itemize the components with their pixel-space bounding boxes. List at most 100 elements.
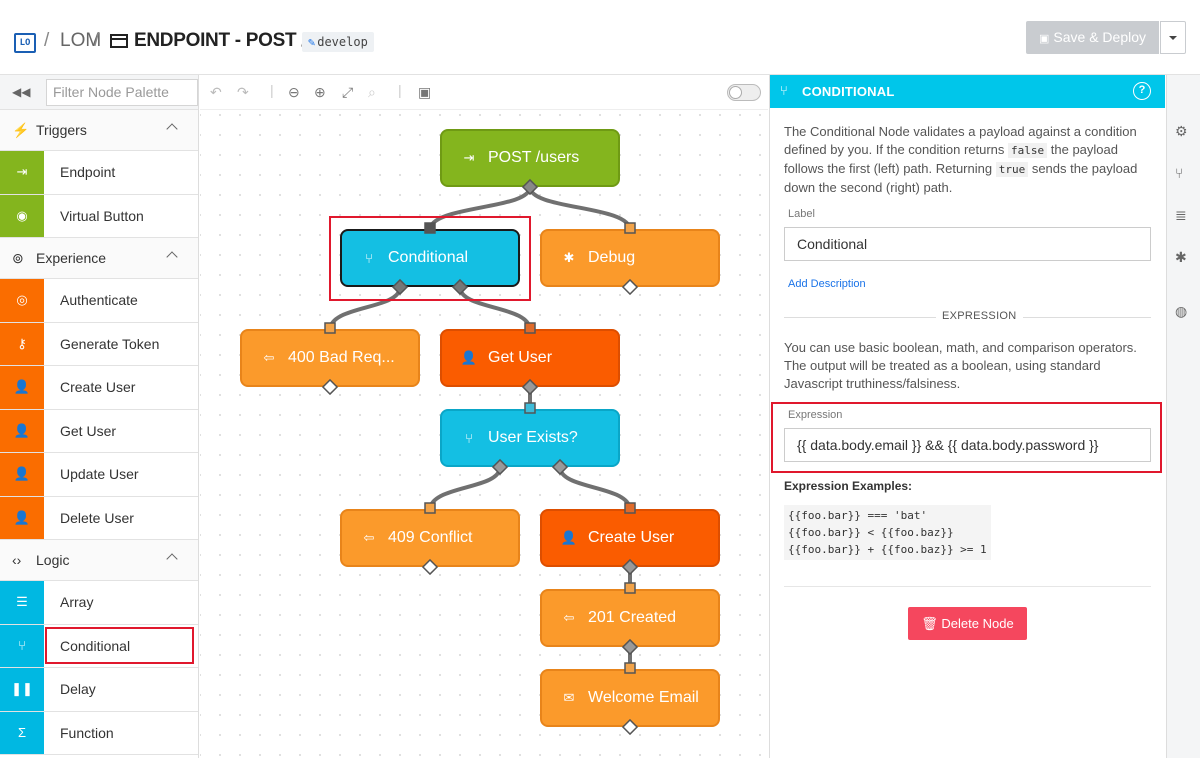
palette-item-label: Update User [60, 466, 139, 482]
pencil-icon: ✎ [308, 35, 316, 49]
reply-icon: ⇦ [363, 530, 375, 545]
save-deploy-button[interactable]: ▣ Save & Deploy [1026, 21, 1159, 54]
expression-input[interactable]: {{ data.body.email }} && {{ data.body.pa… [784, 428, 1151, 462]
panel-title: CONDITIONAL [802, 84, 895, 99]
palette-item-array[interactable]: ☰ Array [0, 581, 198, 625]
branch-badge[interactable]: ✎ develop [302, 32, 374, 52]
trash-icon: 🗑 [921, 616, 938, 631]
save-icon: ▣ [1038, 33, 1050, 45]
node-bad-request[interactable]: ⇦ 400 Bad Req... [240, 329, 420, 387]
palette-item-delete-user[interactable]: 👤 Delete User [0, 496, 198, 540]
palette-toolbar: ◀◀ Filter Node Palette [0, 75, 198, 110]
add-description-link[interactable]: Add Description [788, 278, 866, 290]
deploy-options-button[interactable] [1160, 21, 1186, 54]
section-triggers[interactable]: ⚡ Triggers [0, 110, 198, 151]
palette-item-label: Authenticate [60, 292, 138, 308]
examples-title: Expression Examples: [784, 479, 913, 493]
palette-item-get-user[interactable]: 👤 Get User [0, 409, 198, 453]
branch-name: develop [317, 35, 368, 49]
node-label: Create User [588, 529, 675, 546]
palette-item-delay[interactable]: ❚❚ Delay [0, 668, 198, 712]
user-delete-icon: 👤 [0, 496, 44, 539]
palette-filter-input[interactable]: Filter Node Palette [46, 79, 198, 106]
expression-divider: EXPRESSION [784, 310, 1151, 324]
list-icon: ☰ [0, 581, 44, 624]
node-conflict[interactable]: ⇦ 409 Conflict [340, 509, 520, 567]
user-search-icon: 👤 [0, 409, 44, 452]
fingerprint-icon: ◎ [0, 279, 44, 322]
top-header: LO / LOM / ENDPOINT - POST /USERS ✎ devel… [0, 0, 1200, 75]
breadcrumb-separator: / [44, 30, 50, 51]
gear-icon[interactable]: ⚙ [1175, 123, 1188, 140]
node-debug[interactable]: ✱ Debug [540, 229, 720, 287]
flame-icon: ⊚ [12, 250, 24, 266]
code-false: false [1008, 143, 1048, 158]
user-plus-icon: 👤 [560, 530, 578, 545]
git-branch-icon[interactable]: ⑂ [1175, 165, 1183, 181]
user-edit-icon: 👤 [0, 453, 44, 496]
section-label: EXPRESSION [936, 310, 1023, 322]
node-label: User Exists? [488, 429, 578, 446]
node-label: 201 Created [588, 609, 677, 626]
reply-icon: ⇦ [563, 610, 575, 625]
envelope-icon: ✉ [563, 690, 575, 705]
delete-node-button[interactable]: 🗑 Delete Node [908, 607, 1027, 640]
palette-item-virtual-button[interactable]: ◉ Virtual Button [0, 194, 198, 238]
node-label: 400 Bad Req... [288, 349, 395, 366]
expression-examples: {{foo.bar}} === 'bat' {{foo.bar}} < {{fo… [784, 505, 991, 560]
palette-item-label: Function [60, 724, 114, 741]
lightning-icon: ⚡ [12, 122, 30, 138]
workflow-canvas[interactable]: ↶ ↷ | ⊖ ⊕ ⤢ ⌕ | ▣ ⇥ POST /users ⑂ Conditio… [200, 75, 768, 758]
branch-icon: ⑂ [0, 624, 44, 667]
node-label: Debug [588, 249, 636, 266]
palette-item-label: Create User [60, 379, 136, 395]
palette-item-generate-token[interactable]: ⚷ Generate Token [0, 322, 198, 366]
chevron-up-icon [166, 553, 178, 565]
palette-item-label: Conditional [60, 637, 131, 654]
palette-item-function[interactable]: Σ Function [0, 711, 198, 755]
endpoint-icon: ⇥ [463, 150, 475, 165]
delete-node-label: Delete Node [941, 616, 1014, 631]
code-true: true [995, 162, 1029, 177]
section-experience[interactable]: ⊚ Experience [0, 238, 198, 279]
node-conditional[interactable]: ⑂ Conditional [340, 229, 520, 287]
section-title: Experience [36, 250, 107, 266]
app-logo[interactable]: LO [14, 33, 36, 53]
collapse-palette-icon[interactable]: ◀◀ [12, 85, 30, 99]
label-input[interactable]: Conditional [784, 227, 1151, 261]
node-palette: ◀◀ Filter Node Palette ⚡ Triggers ⇥ Endpo… [0, 75, 199, 758]
palette-item-label: Get User [60, 422, 117, 439]
globe-icon[interactable]: ◍ [1175, 303, 1187, 320]
palette-item-authenticate[interactable]: ◎ Authenticate [0, 279, 198, 323]
node-post-users[interactable]: ⇥ POST /users [440, 129, 620, 187]
section-title: Logic [36, 552, 70, 568]
bug-icon[interactable]: ✱ [1175, 249, 1187, 266]
user-plus-icon: 👤 [0, 366, 44, 409]
node-created[interactable]: ⇦ 201 Created [540, 589, 720, 647]
node-create-user[interactable]: 👤 Create User [540, 509, 720, 567]
panel-header: ⑂ CONDITIONAL ? [770, 75, 1165, 108]
palette-item-label: Endpoint [60, 164, 116, 180]
help-icon[interactable]: ? [1133, 82, 1151, 100]
palette-item-endpoint[interactable]: ⇥ Endpoint [0, 151, 198, 195]
sigma-icon: Σ [0, 711, 44, 754]
node-label: Welcome Email [588, 689, 699, 706]
node-get-user[interactable]: 👤 Get User [440, 329, 620, 387]
workflow-icon [110, 34, 128, 48]
palette-item-create-user[interactable]: 👤 Create User [0, 366, 198, 410]
label-caption: Label [788, 208, 815, 220]
node-description: The Conditional Node validates a payload… [784, 123, 1154, 197]
palette-item-label: Delay [60, 681, 96, 697]
branch-icon: ⑂ [465, 430, 473, 446]
node-welcome-email[interactable]: ✉ Welcome Email [540, 669, 720, 727]
palette-item-label: Virtual Button [60, 207, 144, 224]
key-icon: ⚷ [0, 322, 44, 365]
node-user-exists[interactable]: ⑂ User Exists? [440, 409, 620, 467]
palette-item-conditional[interactable]: ⑂ Conditional [0, 624, 198, 668]
example-line: {{foo.bar}} === 'bat' [788, 509, 928, 522]
section-logic[interactable]: ‹› Logic [0, 540, 198, 581]
database-icon[interactable]: ≣ [1175, 207, 1187, 224]
bug-icon: ✱ [563, 250, 575, 265]
palette-item-update-user[interactable]: 👤 Update User [0, 453, 198, 497]
node-label: 409 Conflict [388, 529, 473, 546]
